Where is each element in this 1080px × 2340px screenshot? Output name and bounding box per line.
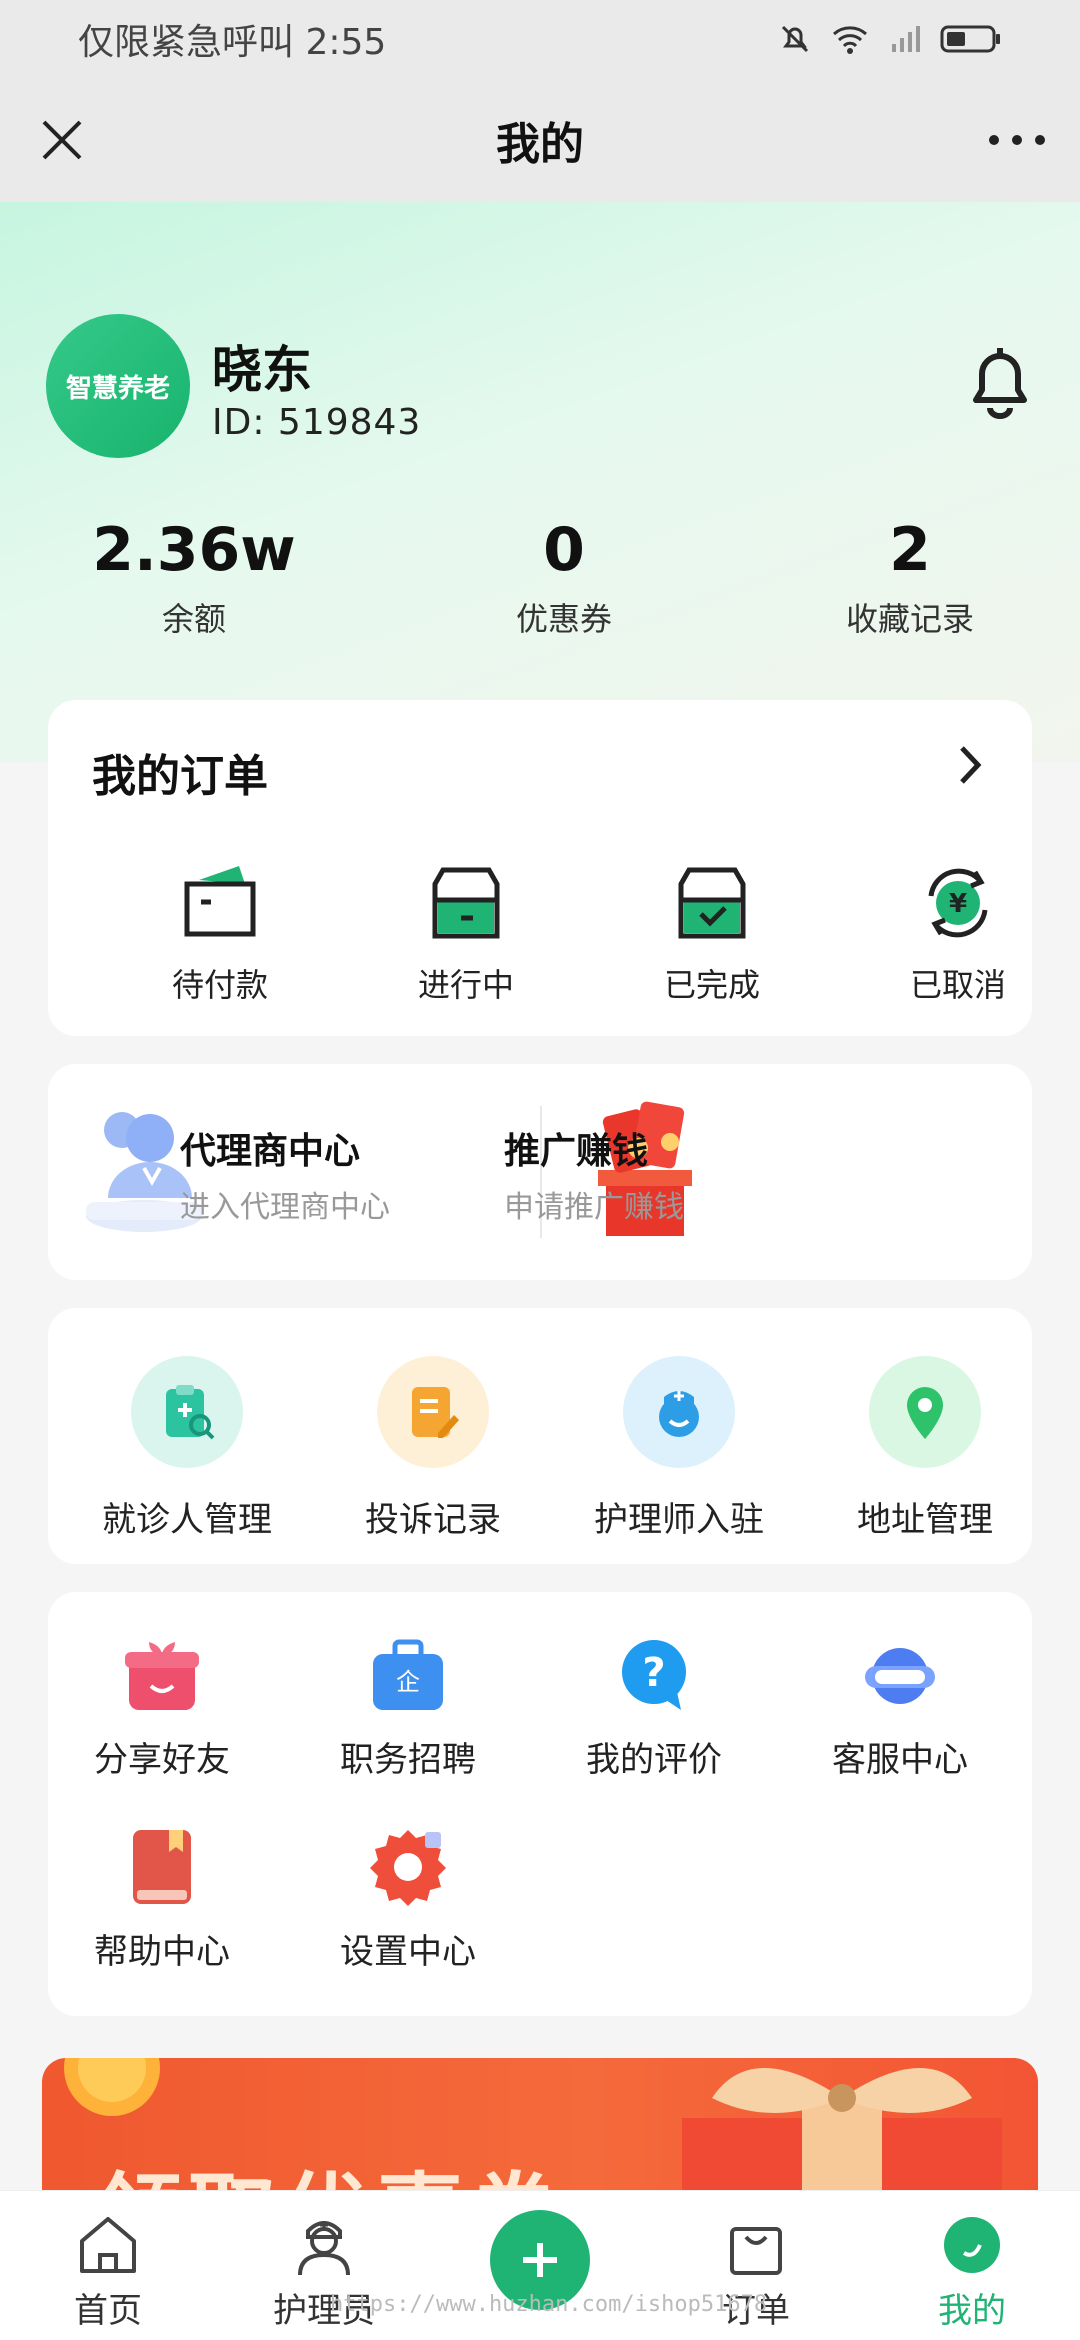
help-book-icon: [133, 1830, 191, 1904]
profile-icon: [944, 2217, 1000, 2273]
tool-label: 职务招聘: [340, 1740, 476, 1780]
page-title: 我的: [496, 119, 584, 170]
location-pin-icon: [907, 1387, 943, 1439]
signal-icon: [892, 26, 920, 52]
svc-label: 地址管理: [857, 1500, 993, 1540]
tool-help-center[interactable]: 帮助中心: [52, 1824, 272, 1973]
tab-profile[interactable]: 我的: [892, 2211, 1052, 2332]
earn-title[interactable]: 推广赚钱: [504, 1122, 648, 1174]
mute-bell-icon: [781, 25, 809, 53]
svc-complaints[interactable]: 投诉记录: [318, 1356, 548, 1541]
stat-value: 2: [889, 515, 931, 585]
svc-patient-management[interactable]: 就诊人管理: [72, 1356, 302, 1541]
order-label: 已完成: [663, 966, 760, 1004]
user-id: ID: 519843: [212, 402, 422, 443]
svc-icon-wrap: [869, 1356, 981, 1468]
tab-label: 首页: [74, 2291, 142, 2331]
battery-icon: [940, 25, 1000, 53]
earn-subtitle: 申请推广赚钱: [504, 1190, 684, 1225]
tool-job-recruiting[interactable]: 企 职务招聘: [298, 1632, 518, 1781]
order-label: 进行中: [417, 966, 514, 1004]
bell-icon[interactable]: [962, 342, 1038, 422]
refund-icon: ¥: [928, 868, 988, 938]
nurse-icon: [659, 1391, 699, 1437]
stat-label: 收藏记录: [845, 600, 974, 638]
briefcase-icon: 企: [373, 1639, 443, 1710]
box-in-progress-icon: [432, 867, 500, 939]
coupon-banner[interactable]: 领取优惠券: [42, 2058, 1038, 2208]
tool-label: 帮助中心: [94, 1932, 230, 1972]
tool-settings-center[interactable]: 设置中心: [298, 1824, 518, 1973]
svc-icon-wrap: [131, 1356, 243, 1468]
nav-bar: 我的: [0, 78, 1080, 202]
wifi-icon: [833, 26, 867, 54]
stat-value: 0: [543, 515, 585, 585]
headset-icon: [865, 1648, 935, 1704]
stat-coupons[interactable]: 0 优惠券: [434, 520, 694, 640]
svc-icon-wrap: [377, 1356, 489, 1468]
svc-nurse-registration[interactable]: 护理师入驻: [564, 1356, 794, 1541]
stat-value: 2.36w: [92, 515, 296, 585]
tool-my-reviews[interactable]: ? 我的评价: [544, 1632, 764, 1781]
more-icon[interactable]: [982, 118, 1052, 162]
wallet-icon: [184, 866, 256, 937]
promo-card: 代理商中心 进入代理商中心 推广赚钱 申请推广赚钱: [48, 1064, 1032, 1280]
tools-card: 分享好友 企 职务招聘 ? 我的评价 客服中心 帮助中心 设置中心: [48, 1592, 1032, 2016]
svc-label: 护理师入驻: [594, 1500, 764, 1540]
shopping-bag-icon: [730, 2227, 782, 2275]
tool-label: 我的评价: [586, 1740, 722, 1780]
tool-label: 客服中心: [832, 1740, 968, 1780]
coin-icon: [64, 2058, 160, 2116]
patient-clipboard-icon: [166, 1385, 215, 1440]
tab-home[interactable]: 首页: [28, 2211, 188, 2332]
tool-customer-service[interactable]: 客服中心: [790, 1632, 1010, 1781]
settings-gear-icon: [370, 1830, 446, 1906]
profile-header: [0, 202, 1080, 762]
plus-icon: [523, 2243, 557, 2277]
stat-favorites[interactable]: 2 收藏记录: [780, 520, 1040, 640]
svg-text:企: 企: [396, 1668, 420, 1696]
gift-bow-icon: [682, 2068, 1002, 2208]
tool-label: 分享好友: [94, 1740, 230, 1780]
caregiver-icon: [298, 2221, 350, 2276]
complaint-note-icon: [412, 1387, 459, 1438]
order-pending[interactable]: 待付款: [120, 858, 320, 1006]
username: 晓东: [212, 341, 312, 399]
status-bar: 仅限紧急呼叫 2:55: [0, 0, 1080, 78]
orders-card: 我的订单 待付款 进行中 已完成 ¥ 已取消: [48, 700, 1032, 1036]
stat-balance[interactable]: 2.36w 余额: [64, 520, 324, 640]
stat-label: 余额: [161, 600, 226, 638]
tool-label: 设置中心: [340, 1932, 476, 1972]
orders-title[interactable]: 我的订单: [92, 740, 268, 804]
question-bubble-icon: ?: [622, 1640, 686, 1710]
status-text: 仅限紧急呼叫 2:55: [78, 22, 387, 63]
stat-label: 优惠券: [515, 600, 612, 638]
order-label: 已取消: [909, 966, 1006, 1004]
svc-address-management[interactable]: 地址管理: [810, 1356, 1040, 1541]
watermark: https://www.huzhan.com/ishop51678: [330, 2292, 768, 2317]
order-label: 待付款: [171, 966, 268, 1004]
order-in-progress[interactable]: 进行中: [366, 858, 566, 1006]
agent-center-subtitle: 进入代理商中心: [180, 1190, 390, 1225]
svc-icon-wrap: [623, 1356, 735, 1468]
status-icons: [778, 22, 1002, 56]
chevron-right-icon[interactable]: [948, 740, 992, 790]
tool-share-friends[interactable]: 分享好友: [52, 1632, 272, 1781]
home-icon: [80, 2217, 136, 2273]
gift-icon: [125, 1642, 199, 1710]
close-icon[interactable]: [30, 108, 94, 172]
svg-text:?: ?: [642, 1650, 665, 1696]
box-done-icon: [678, 867, 746, 939]
svg-text:¥: ¥: [949, 889, 967, 919]
order-cancelled[interactable]: ¥ 已取消: [858, 858, 1058, 1006]
tab-label: 我的: [938, 2291, 1006, 2331]
avatar-text: 智慧养老: [65, 373, 170, 404]
avatar[interactable]: 智慧养老: [46, 314, 190, 458]
svc-label: 就诊人管理: [102, 1500, 272, 1540]
service-card: 就诊人管理 投诉记录 护理师入驻 地址管理: [48, 1308, 1032, 1564]
agent-center-title[interactable]: 代理商中心: [180, 1122, 360, 1174]
svc-label: 投诉记录: [365, 1500, 501, 1540]
order-completed[interactable]: 已完成: [612, 858, 812, 1006]
